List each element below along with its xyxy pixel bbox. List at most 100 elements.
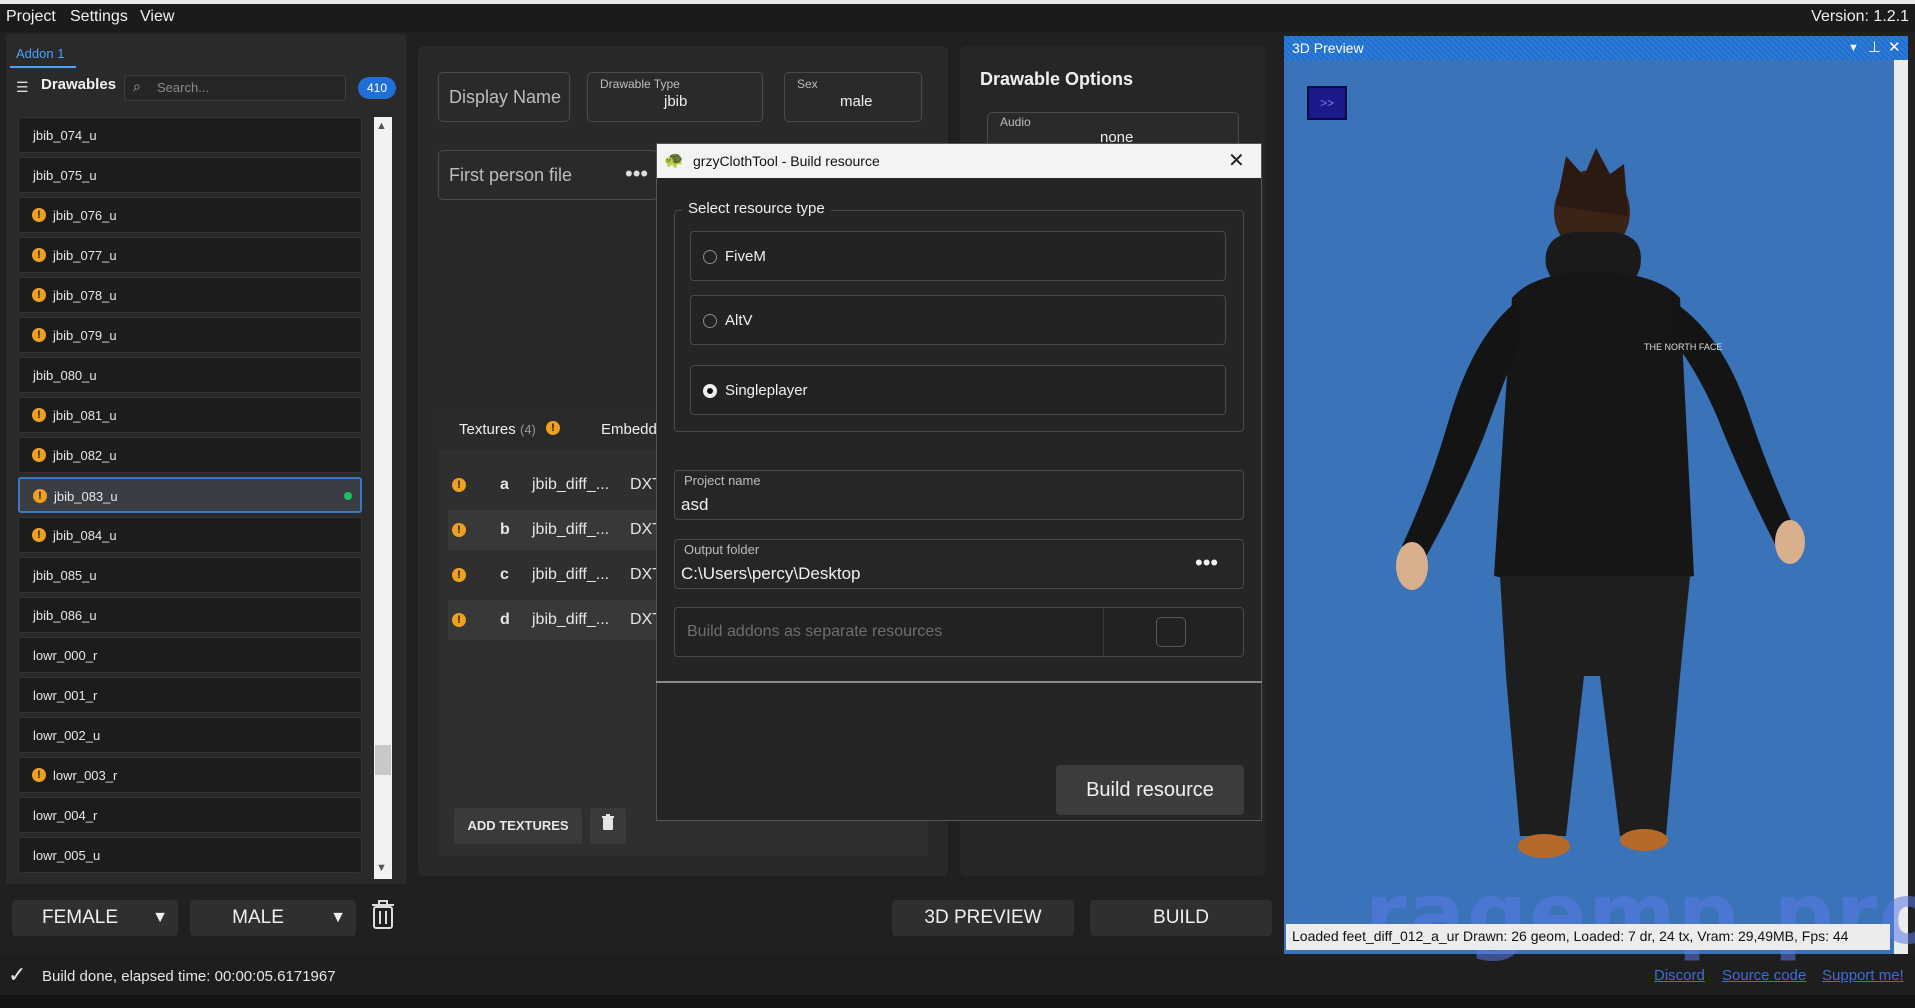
list-item[interactable]: ! jbib_083_u [18, 477, 362, 513]
list-item-label: jbib_078_u [53, 288, 117, 303]
build-button[interactable]: BUILD [1090, 900, 1272, 936]
list-icon: ☰ [16, 79, 29, 95]
warning-icon: ! [452, 523, 466, 537]
list-scroll-thumb[interactable] [375, 745, 391, 775]
list-item[interactable]: lowr_001_r [18, 677, 362, 713]
preview-toggle-button[interactable]: >> [1307, 86, 1347, 120]
list-item-label: jbib_083_u [54, 489, 118, 504]
radio-fivem[interactable]: FiveM [690, 231, 1226, 281]
output-folder-input[interactable]: Output folder C:\Users\percy\Desktop ••• [674, 539, 1244, 589]
list-item[interactable]: ! jbib_081_u [18, 397, 362, 433]
texture-name: jbib_diff_... [532, 521, 610, 538]
menu-settings[interactable]: Settings [70, 8, 128, 26]
female-label: FEMALE [41, 907, 119, 928]
trash-icon [372, 900, 394, 929]
list-item[interactable]: jbib_085_u [18, 557, 362, 593]
preview-scrollbar[interactable] [1894, 60, 1908, 954]
drawable-type-select[interactable]: Drawable Type jbib [587, 72, 763, 122]
discord-link[interactable]: Discord [1654, 967, 1705, 984]
radio-singleplayer[interactable]: Singleplayer [690, 365, 1226, 415]
list-item[interactable]: ! jbib_077_u [18, 237, 362, 273]
list-item-label: jbib_084_u [53, 528, 117, 543]
browse-dots-icon[interactable]: ••• [625, 161, 648, 187]
list-item[interactable]: ! lowr_003_r [18, 757, 362, 793]
delete-drawable-button[interactable] [368, 900, 398, 936]
list-item[interactable]: jbib_075_u [18, 157, 362, 193]
list-item[interactable]: ! jbib_079_u [18, 317, 362, 353]
tab-addon-1[interactable]: Addon 1 [10, 38, 76, 68]
divider [1103, 608, 1104, 656]
list-item-label: lowr_001_r [33, 688, 98, 703]
browse-dots-icon[interactable]: ••• [1195, 550, 1218, 576]
female-button[interactable]: FEMALE ▼ [12, 900, 178, 936]
close-icon[interactable]: ✕ [1888, 38, 1901, 56]
support-link[interactable]: Support me! [1822, 967, 1904, 984]
list-item[interactable]: ! jbib_084_u [18, 517, 362, 553]
tab-textures[interactable]: Textures [459, 421, 516, 438]
scroll-up-icon[interactable]: ▲ [376, 120, 387, 132]
list-item-label: lowr_003_r [53, 768, 118, 783]
radio-circle [703, 314, 717, 328]
list-item[interactable]: lowr_000_r [18, 637, 362, 673]
warning-icon: ! [32, 408, 46, 422]
add-textures-button[interactable]: ADD TEXTURES [454, 808, 582, 844]
dialog-separator [656, 681, 1262, 683]
delete-texture-button[interactable] [590, 808, 626, 844]
list-item[interactable]: lowr_002_u [18, 717, 362, 753]
list-item[interactable]: lowr_005_u [18, 837, 362, 873]
menu-bar: Project Settings View Version: 1.2.1 [0, 0, 1915, 32]
list-item-label: jbib_086_u [33, 608, 97, 623]
drawables-count-badge: 410 [358, 77, 396, 99]
scroll-down-icon[interactable]: ▼ [376, 862, 387, 874]
texture-letter: a [500, 476, 509, 493]
list-item[interactable]: ! jbib_078_u [18, 277, 362, 313]
check-icon: ✓ [8, 962, 27, 987]
list-item[interactable]: lowr_004_r [18, 797, 362, 833]
3d-preview-button[interactable]: 3D PREVIEW [892, 900, 1074, 936]
menu-view[interactable]: View [140, 8, 174, 26]
source-code-link[interactable]: Source code [1722, 967, 1806, 984]
app-icon: 🐢 [664, 152, 684, 169]
radio-label: FiveM [725, 248, 766, 265]
drawable-options-title: Drawable Options [980, 69, 1134, 89]
drawables-list: jbib_074_u jbib_075_u ! jbib_076_u ! jbib_077… [14, 117, 366, 879]
3d-preview-title: 3D Preview [1284, 36, 1908, 60]
first-person-file-input[interactable]: First person file ••• [438, 150, 658, 200]
list-item[interactable]: jbib_074_u [18, 117, 362, 153]
sex-select[interactable]: Sex male [784, 72, 922, 122]
list-item[interactable]: jbib_080_u [18, 357, 362, 393]
tab-embedded[interactable]: Embedd [601, 421, 657, 438]
texture-letter: c [500, 566, 509, 583]
male-button[interactable]: MALE ▼ [190, 900, 356, 936]
texture-letter: b [500, 521, 510, 538]
list-item[interactable]: ! jbib_076_u [18, 197, 362, 233]
menu-project[interactable]: Project [6, 8, 56, 26]
trash-icon [602, 814, 614, 830]
project-name-value: asd [681, 495, 709, 514]
radio-circle-selected [703, 384, 717, 398]
warning-icon: ! [32, 448, 46, 462]
project-name-input[interactable]: Project name asd [674, 470, 1244, 520]
texture-name: jbib_diff_... [532, 566, 610, 583]
radio-circle [703, 250, 717, 264]
pin-icon[interactable]: ⊥ [1868, 38, 1881, 56]
warning-icon: ! [32, 288, 46, 302]
dialog-close-icon[interactable]: ✕ [1228, 148, 1245, 173]
build-resource-button[interactable]: Build resource [1056, 765, 1244, 815]
3d-preview-viewport[interactable]: THE NORTH FACE [1284, 36, 1908, 954]
separate-resources-checkbox[interactable] [1156, 617, 1186, 647]
first-person-placeholder: First person file [449, 165, 573, 185]
list-item[interactable]: ! jbib_082_u [18, 437, 362, 473]
display-name-input[interactable]: Display Name [438, 72, 570, 122]
dialog-title: grzyClothTool - Build resource [657, 144, 1261, 178]
radio-altv[interactable]: AltV [690, 295, 1226, 345]
textures-count: (4) [520, 422, 536, 437]
warning-icon: ! [546, 421, 560, 435]
list-item[interactable]: jbib_086_u [18, 597, 362, 633]
dropdown-arrow-icon[interactable]: ▼ [1848, 42, 1859, 54]
resource-type-group-title: Select resource type [682, 200, 831, 217]
audio-label: Audio [1000, 115, 1031, 129]
radio-label: Singleplayer [725, 382, 808, 399]
warning-icon: ! [32, 768, 46, 782]
search-input[interactable]: Search... [124, 75, 346, 101]
